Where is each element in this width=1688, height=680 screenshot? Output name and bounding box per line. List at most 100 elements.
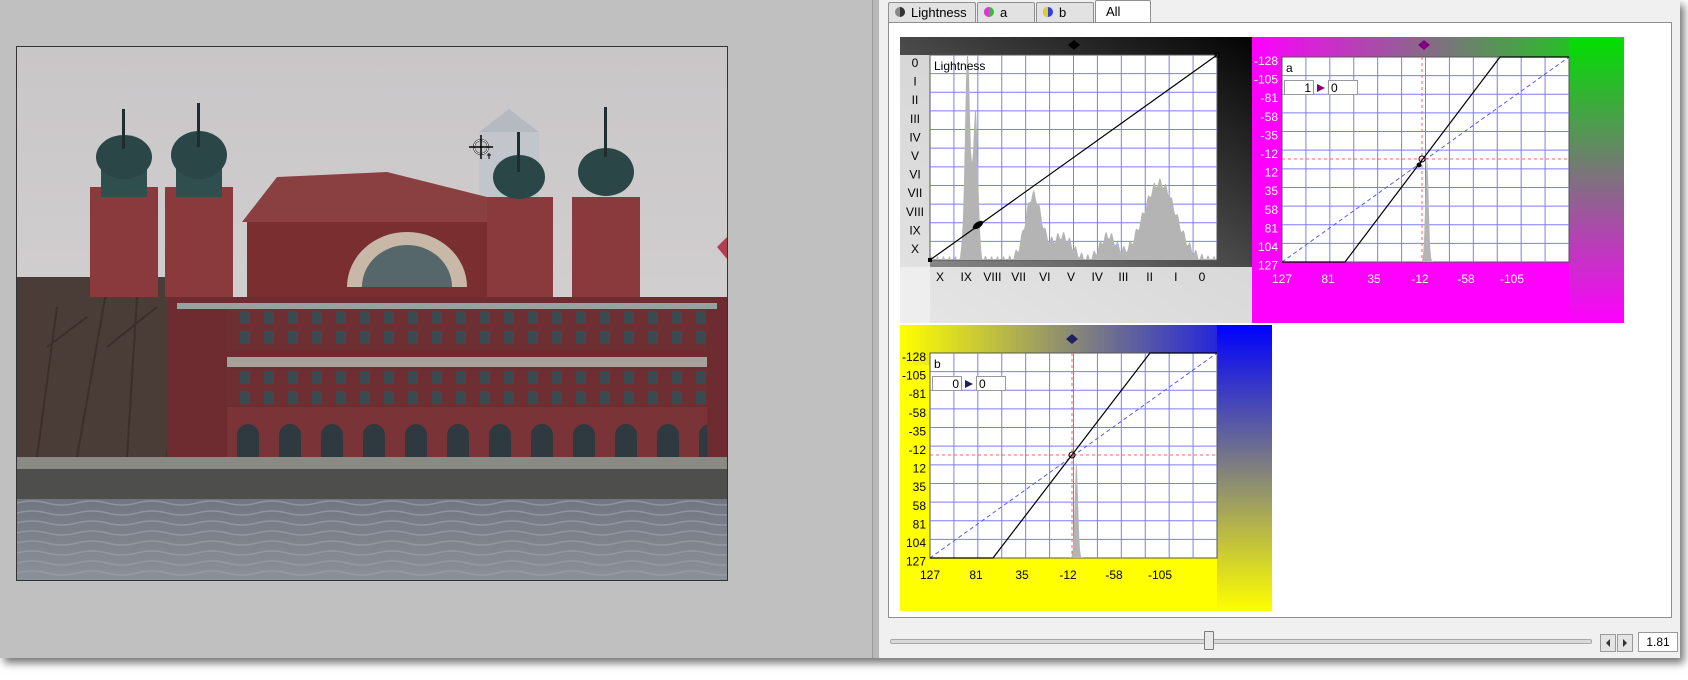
axis-tick-label: -12	[1261, 147, 1279, 161]
b-curve-panel: -128 -105 -81 -58 -35 -12 12 35 58 81 104 127 127 81…	[900, 325, 1272, 611]
axis-tick-label: -81	[1261, 91, 1279, 105]
axis-tick-label: -105	[902, 369, 926, 383]
b-arrow-icon	[965, 380, 973, 388]
axis-tick-label: 127	[1258, 259, 1278, 273]
axis-tick-label: VIII	[906, 205, 924, 219]
axis-tick-label: 0	[1199, 270, 1206, 284]
axis-tick-label: 35	[1015, 568, 1029, 582]
zoom-slider-groove	[890, 639, 1592, 644]
axis-tick-label: III	[1118, 270, 1128, 284]
channel-tab-bar: Lightness a b All	[880, 0, 1680, 23]
tab-label: b	[1059, 5, 1067, 20]
a-label: a	[1286, 61, 1293, 75]
axis-tick-label: -105	[1500, 272, 1524, 286]
zoom-bar: 1.81	[880, 624, 1680, 658]
b-channel-icon	[1043, 7, 1053, 17]
curves-content: 0 I II III IV V VI VII VIII IX X X IX VIII VII VI V IV II…	[888, 22, 1672, 618]
axis-tick-label: I	[913, 75, 916, 89]
axis-tick-label: III	[910, 112, 920, 126]
axis-tick-label: 81	[913, 517, 927, 531]
axis-tick-label: -105	[1148, 568, 1172, 582]
b-input-value[interactable]: 0	[932, 376, 962, 391]
b-curve-graph: -128 -105 -81 -58 -35 -12 12 35 58 81 104 127 127 81…	[900, 325, 1272, 611]
preview-image[interactable]	[16, 46, 728, 581]
a-input-output: 1 0	[1284, 80, 1358, 96]
ellis-island-photo	[17, 47, 727, 580]
axis-tick-label: IV	[1092, 270, 1103, 284]
tab-label: All	[1106, 4, 1121, 19]
axis-tick-label: -58	[1457, 272, 1475, 286]
tab-label: Lightness	[911, 5, 967, 20]
a-output-value[interactable]: 0	[1328, 80, 1358, 95]
tab-label: a	[1000, 5, 1008, 20]
axis-tick-label: V	[911, 149, 919, 163]
chevron-left-icon	[1606, 639, 1610, 647]
axis-tick-label: V	[1067, 270, 1075, 284]
axis-tick-label: II	[912, 93, 919, 107]
axis-tick-label: 127	[1272, 272, 1292, 286]
axis-tick-label: 35	[1367, 272, 1381, 286]
axis-tick-label: 0	[912, 56, 919, 70]
axis-tick-label: -128	[1254, 54, 1278, 68]
tab-lightness[interactable]: Lightness	[888, 2, 976, 22]
zoom-slider-thumb[interactable]	[1204, 631, 1214, 650]
zoom-increase-button[interactable]	[1617, 634, 1633, 652]
a-channel-icon	[984, 7, 994, 17]
curves-pane: Lightness a b All 0 I II III IV V VI VII…	[880, 0, 1680, 658]
lightness-curve-panel: 0 I II III IV V VI VII VIII IX X X IX VIII VII VI V IV II…	[900, 37, 1272, 323]
axis-tick-label: X	[936, 270, 944, 284]
axis-tick-label: VII	[1011, 270, 1026, 284]
axis-tick-label: VI	[909, 168, 920, 182]
axis-tick-label: 81	[1265, 221, 1279, 235]
axis-tick-label: 35	[913, 480, 927, 494]
axis-tick-label: 58	[913, 499, 927, 513]
axis-tick-label: 104	[1258, 240, 1278, 254]
tab-all[interactable]: All	[1095, 0, 1151, 23]
b-label: b	[934, 357, 941, 371]
axis-tick-label: 127	[920, 568, 940, 582]
axis-tick-label: -12	[909, 443, 927, 457]
axis-tick-label: VI	[1039, 270, 1050, 284]
axis-tick-label: VIII	[983, 270, 1001, 284]
axis-tick-label: -128	[902, 350, 926, 364]
a-input-value[interactable]: 1	[1284, 80, 1314, 95]
axis-tick-label: -35	[909, 424, 927, 438]
a-curve-panel: -128 -105 -81 -58 -35 -12 12 35 58 81 104 127 127 81…	[1252, 37, 1624, 323]
a-arrow-icon	[1317, 84, 1325, 92]
axis-tick-label: IX	[961, 270, 972, 284]
axis-tick-label: 12	[1265, 166, 1279, 180]
axis-tick-label: -105	[1254, 73, 1278, 87]
axis-tick-label: 81	[969, 568, 983, 582]
axis-tick-label: 12	[913, 462, 927, 476]
axis-tick-label: -12	[1059, 568, 1077, 582]
preview-pane	[0, 0, 872, 658]
axis-tick-label: 81	[1321, 272, 1335, 286]
b-input-output: 0 0	[932, 376, 1006, 392]
axis-tick-label: IV	[909, 130, 920, 144]
b-output-value[interactable]: 0	[976, 376, 1006, 391]
axis-tick-label: -81	[909, 387, 927, 401]
crosshair-cursor-icon	[469, 135, 493, 159]
axis-tick-label: 35	[1265, 184, 1279, 198]
axis-tick-label: -35	[1261, 128, 1279, 142]
lightness-channel-icon	[895, 7, 905, 17]
zoom-slider[interactable]	[890, 630, 1592, 652]
zoom-decrease-button[interactable]	[1600, 634, 1616, 652]
axis-tick-label: 127	[906, 555, 926, 569]
curves-app-window: Lightness a b All 0 I II III IV V VI VII…	[0, 0, 1680, 658]
axis-tick-label: I	[1174, 270, 1177, 284]
lightness-label: Lightness	[934, 59, 986, 73]
axis-tick-label: -12	[1411, 272, 1429, 286]
axis-tick-label: -58	[1105, 568, 1123, 582]
axis-tick-label: II	[1146, 270, 1153, 284]
axis-tick-label: VII	[908, 186, 923, 200]
zoom-value[interactable]: 1.81	[1638, 632, 1678, 652]
lightness-curve-graph: 0IIIIIIIVVVIVIIVIIIIXX X IX VIII VII VI V IV II…	[900, 37, 1272, 323]
axis-tick-label: X	[911, 242, 919, 256]
axis-tick-label: -58	[1261, 110, 1279, 124]
axis-tick-label: 58	[1265, 203, 1279, 217]
tab-a[interactable]: a	[977, 2, 1035, 22]
pane-splitter[interactable]	[872, 0, 880, 658]
axis-tick-label: 104	[906, 536, 926, 550]
tab-b[interactable]: b	[1036, 2, 1094, 22]
